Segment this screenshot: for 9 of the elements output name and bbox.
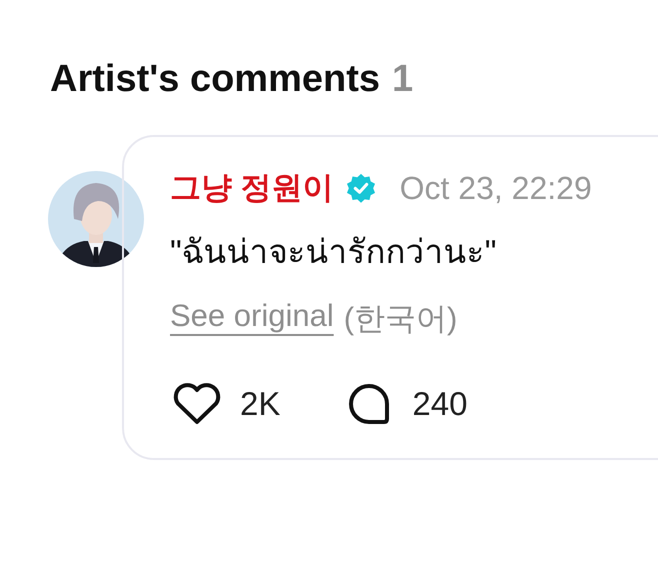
- comment-count: 1: [392, 58, 414, 101]
- see-original-link[interactable]: See original: [170, 298, 334, 340]
- comment-date: Oct 23, 22:29: [400, 170, 592, 206]
- like-count: 2K: [240, 385, 280, 423]
- reply-count: 240: [412, 385, 468, 423]
- language-label: (한국어): [344, 300, 458, 338]
- section-title: Artist's comments: [50, 58, 380, 101]
- author-name[interactable]: 그냥 정원이: [170, 167, 334, 209]
- comment-text: "ฉันน่าจะน่ารักกว่านะ": [170, 232, 498, 272]
